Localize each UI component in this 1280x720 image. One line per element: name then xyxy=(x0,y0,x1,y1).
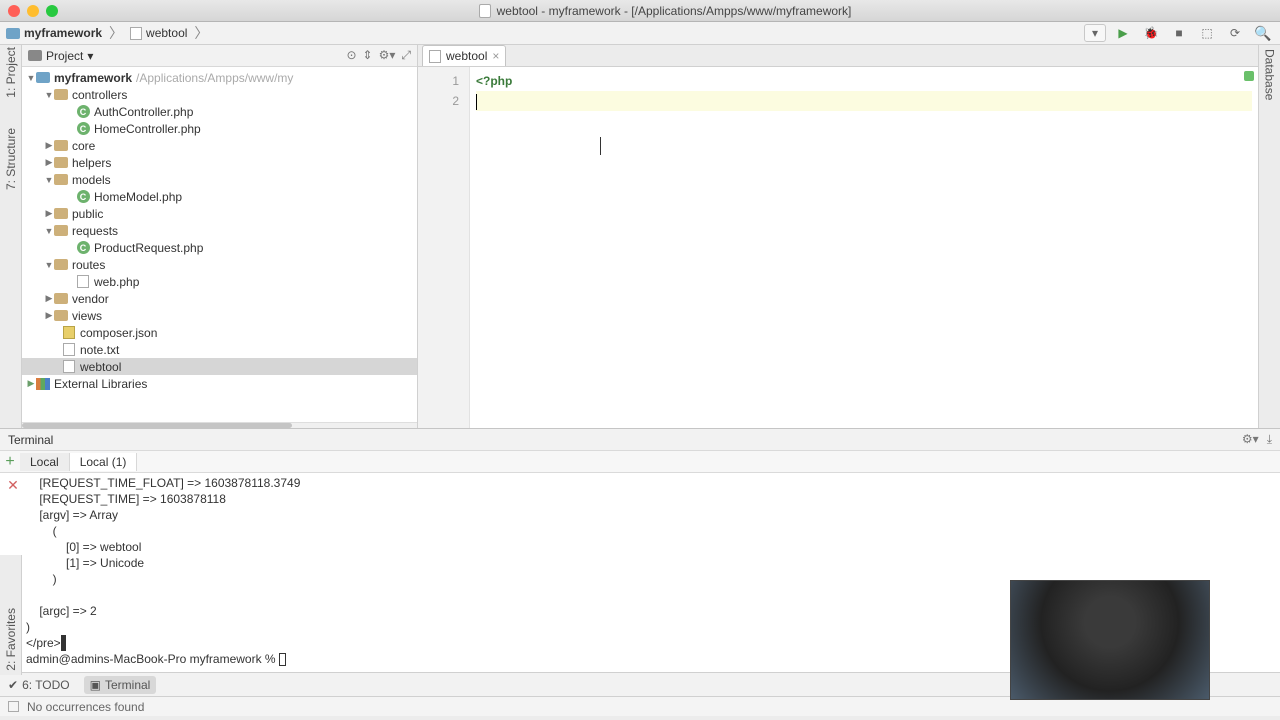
status-toggle-icon[interactable] xyxy=(8,701,19,712)
terminal-settings-icon[interactable]: ⚙▾ xyxy=(1242,432,1259,447)
window-controls xyxy=(8,5,58,17)
hide-icon[interactable]: ⤢ xyxy=(401,48,411,63)
window-titlebar: webtool - myframework - [/Applications/A… xyxy=(0,0,1280,22)
tree-root-label: myframework xyxy=(54,71,132,85)
editor-tabs: webtool × xyxy=(418,45,1258,67)
tree-file-webphp[interactable]: web.php xyxy=(22,273,417,290)
database-tool-tab[interactable]: Database xyxy=(1263,49,1277,100)
chevron-down-icon: ▾ xyxy=(87,49,93,63)
tree-folder-requests[interactable]: ▼requests xyxy=(22,222,417,239)
chevron-right-icon: 〉 xyxy=(194,23,208,43)
code-line-1: <?php xyxy=(476,74,512,88)
gear-icon[interactable]: ⚙▾ xyxy=(379,48,396,63)
module-icon xyxy=(6,28,20,39)
code-editor[interactable]: 1 2 <?php xyxy=(418,67,1258,428)
project-pane: Project ▾ ⊙ ⇕ ⚙▾ ⤢ ▼ myframework /Applic… xyxy=(22,45,418,428)
file-icon xyxy=(479,4,491,18)
left-tool-gutter: 1: Project 7: Structure xyxy=(0,45,22,428)
inspection-ok-icon[interactable] xyxy=(1244,71,1254,81)
terminal-tab-local[interactable]: Local xyxy=(20,453,70,471)
tree-file-productrequest[interactable]: CProductRequest.php xyxy=(22,239,417,256)
terminal-prompt: admin@admins-MacBook-Pro myframework % xyxy=(26,652,279,666)
tree-root[interactable]: ▼ myframework /Applications/Ampps/www/my xyxy=(22,69,417,86)
tree-external-libraries[interactable]: ▶External Libraries xyxy=(22,375,417,392)
favorites-tool-tab[interactable]: 2: Favorites xyxy=(4,608,18,671)
editor-tab-webtool[interactable]: webtool × xyxy=(422,45,506,66)
file-icon xyxy=(429,50,441,63)
terminal-cursor xyxy=(279,653,286,666)
status-message: No occurrences found xyxy=(27,700,144,714)
editor-tab-label: webtool xyxy=(446,49,487,63)
debug-button[interactable]: 🐞 xyxy=(1140,24,1162,42)
close-tab-icon[interactable]: × xyxy=(492,49,499,63)
terminal-tool-tab[interactable]: ▣ Terminal xyxy=(84,676,157,694)
tree-folder-core[interactable]: ▶core xyxy=(22,137,417,154)
todo-tool-tab[interactable]: ✔ 6: TODO xyxy=(8,678,70,692)
tree-folder-controllers[interactable]: ▼controllers xyxy=(22,86,417,103)
file-icon xyxy=(130,27,142,40)
coverage-button[interactable]: ⬚ xyxy=(1196,24,1218,42)
tree-folder-helpers[interactable]: ▶helpers xyxy=(22,154,417,171)
tree-file-composer[interactable]: composer.json xyxy=(22,324,417,341)
tree-file-homecontroller[interactable]: CHomeController.php xyxy=(22,120,417,137)
run-config-dropdown[interactable]: ▾ xyxy=(1084,24,1106,42)
navigation-bar: myframework 〉 webtool 〉 ▾ ▶ 🐞 ■ ⬚ ⟳ 🔍 xyxy=(0,22,1280,45)
collapse-icon[interactable]: ⇕ xyxy=(363,48,373,63)
terminal-block-cursor xyxy=(61,635,66,651)
locate-icon[interactable]: ⊙ xyxy=(346,48,356,63)
tree-root-path: /Applications/Ampps/www/my xyxy=(136,71,293,85)
tree-folder-routes[interactable]: ▼routes xyxy=(22,256,417,273)
tree-folder-views[interactable]: ▶views xyxy=(22,307,417,324)
breadcrumb-project[interactable]: myframework xyxy=(24,26,102,40)
close-icon[interactable] xyxy=(8,5,20,17)
stop-button[interactable]: ■ xyxy=(1168,24,1190,42)
tree-file-webtool[interactable]: webtool xyxy=(22,358,417,375)
search-button[interactable]: 🔍 xyxy=(1252,24,1274,42)
tree-file-authcontroller[interactable]: CAuthController.php xyxy=(22,103,417,120)
maximize-icon[interactable] xyxy=(46,5,58,17)
new-terminal-button[interactable]: + xyxy=(0,453,20,471)
run-button[interactable]: ▶ xyxy=(1112,24,1134,42)
editor-pane: webtool × 1 2 <?php xyxy=(418,45,1258,428)
chevron-right-icon: 〉 xyxy=(109,23,123,43)
right-tool-gutter: Database xyxy=(1258,45,1280,428)
left-tool-gutter-lower: 2: Favorites xyxy=(0,555,22,675)
project-tool-tab[interactable]: 1: Project xyxy=(4,47,18,98)
terminal-hide-icon[interactable]: ⤓ xyxy=(1267,432,1272,447)
terminal-title: Terminal xyxy=(8,433,53,447)
webcam-overlay xyxy=(1010,580,1210,700)
terminal-tab-local-1[interactable]: Local (1) xyxy=(70,453,138,471)
project-tree[interactable]: ▼ myframework /Applications/Ampps/www/my… xyxy=(22,67,417,422)
line-number-gutter: 1 2 xyxy=(418,67,470,428)
text-cursor-icon xyxy=(600,137,601,155)
update-button[interactable]: ⟳ xyxy=(1224,24,1246,42)
tree-folder-public[interactable]: ▶public xyxy=(22,205,417,222)
tree-file-note[interactable]: note.txt xyxy=(22,341,417,358)
tree-folder-vendor[interactable]: ▶vendor xyxy=(22,290,417,307)
tree-file-homemodel[interactable]: CHomeModel.php xyxy=(22,188,417,205)
tree-horizontal-scrollbar[interactable] xyxy=(22,422,417,428)
code-line-2 xyxy=(476,91,1252,111)
window-title: webtool - myframework - [/Applications/A… xyxy=(497,4,852,18)
breadcrumb-file[interactable]: webtool xyxy=(146,26,187,40)
structure-tool-tab[interactable]: 7: Structure xyxy=(4,128,18,190)
project-header-label: Project xyxy=(46,49,83,63)
tree-folder-models[interactable]: ▼models xyxy=(22,171,417,188)
project-view-selector[interactable]: Project ▾ xyxy=(28,49,93,63)
project-icon xyxy=(28,50,42,61)
minimize-icon[interactable] xyxy=(27,5,39,17)
